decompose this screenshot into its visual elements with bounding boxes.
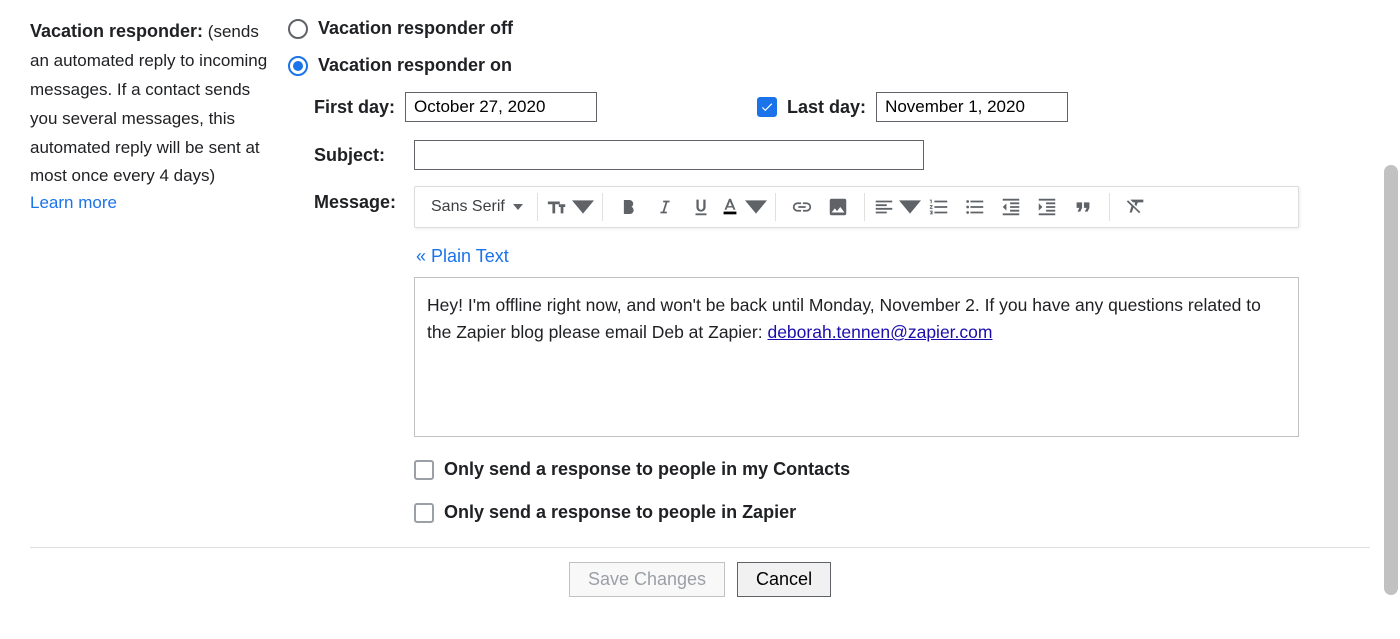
section-description: Vacation responder: (sends an automated … [30,18,288,545]
cancel-button[interactable]: Cancel [737,562,831,597]
ordered-list-icon [928,196,950,218]
bulleted-list-button[interactable] [957,189,993,225]
indent-less-button[interactable] [993,189,1029,225]
align-left-icon [873,196,895,218]
text-color-button[interactable] [719,189,767,225]
responder-on-row[interactable]: Vacation responder on [288,55,1330,76]
indent-increase-icon [1036,196,1058,218]
last-day-checkbox[interactable] [757,97,777,117]
message-label: Message: [314,186,414,437]
save-button[interactable]: Save Changes [569,562,725,597]
last-day-group: Last day: [757,92,1068,122]
underline-icon [690,196,712,218]
font-family-select[interactable]: Sans Serif [425,198,529,216]
bold-icon [618,196,640,218]
first-day-label: First day: [314,97,395,118]
font-family-label: Sans Serif [431,198,505,216]
radio-on-icon[interactable] [288,56,308,76]
contacts-only-checkbox[interactable] [414,460,434,480]
underline-button[interactable] [683,189,719,225]
learn-more-link[interactable]: Learn more [30,193,117,213]
editor-toolbar: Sans Serif [414,186,1299,228]
radio-off-label: Vacation responder off [318,18,513,39]
bold-button[interactable] [611,189,647,225]
last-day-label: Last day: [787,97,866,118]
indent-decrease-icon [1000,196,1022,218]
contacts-only-row[interactable]: Only send a response to people in my Con… [414,459,1330,480]
clear-format-button[interactable] [1118,189,1154,225]
numbered-list-button[interactable] [921,189,957,225]
section-desc-text: (sends an automated reply to incoming me… [30,22,267,185]
align-button[interactable] [873,189,921,225]
section-title: Vacation responder: [30,21,203,41]
org-only-checkbox[interactable] [414,503,434,523]
italic-icon [654,196,676,218]
clear-format-icon [1125,196,1147,218]
chevron-down-icon [572,196,594,218]
radio-on-label: Vacation responder on [318,55,512,76]
first-day-group: First day: [314,92,757,122]
last-day-input[interactable] [876,92,1068,122]
vertical-scrollbar-thumb[interactable] [1384,165,1398,595]
font-size-button[interactable] [546,189,594,225]
radio-off-icon[interactable] [288,19,308,39]
chevron-down-icon [745,196,767,218]
indent-more-button[interactable] [1029,189,1065,225]
responder-off-row[interactable]: Vacation responder off [288,18,1330,39]
insert-image-button[interactable] [820,189,856,225]
subject-label: Subject: [314,145,414,166]
insert-link-button[interactable] [784,189,820,225]
chevron-down-icon [513,204,523,210]
quote-button[interactable] [1065,189,1101,225]
image-icon [827,196,849,218]
plain-text-toggle[interactable]: « Plain Text [414,228,1299,277]
org-only-row[interactable]: Only send a response to people in Zapier [414,502,1330,523]
link-icon [791,196,813,218]
bullet-list-icon [964,196,986,218]
message-email-link[interactable]: deborah.tennen@zapier.com [767,322,992,342]
text-size-icon [546,196,568,218]
quote-icon [1072,196,1094,218]
first-day-input[interactable] [405,92,597,122]
message-editor[interactable]: Hey! I'm offline right now, and won't be… [414,277,1299,437]
org-only-label: Only send a response to people in Zapier [444,502,796,523]
settings-form: Vacation responder off Vacation responde… [288,18,1370,545]
footer-actions: Save Changes Cancel [30,547,1370,597]
contacts-only-label: Only send a response to people in my Con… [444,459,850,480]
subject-input[interactable] [414,140,924,170]
italic-button[interactable] [647,189,683,225]
check-icon [760,100,774,114]
chevron-down-icon [899,196,921,218]
text-color-icon [719,196,741,218]
